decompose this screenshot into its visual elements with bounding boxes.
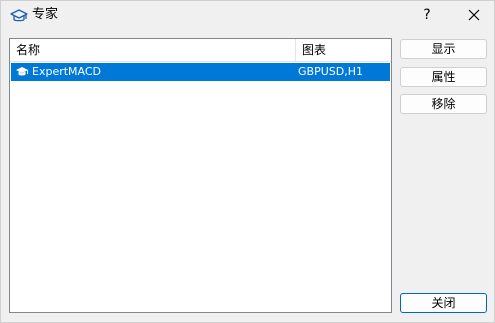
expert-chart: GBPUSD,H1 <box>298 65 363 78</box>
column-header-name[interactable]: 名称 <box>10 39 296 61</box>
experts-dialog: 专家 ? 名称 图表 ExpertMACD GBPUSD,H1 显示 属性 移除… <box>0 0 495 323</box>
remove-button[interactable]: 移除 <box>400 94 487 114</box>
help-button[interactable]: ? <box>415 3 439 27</box>
properties-button[interactable]: 属性 <box>400 67 487 87</box>
window-title: 专家 <box>32 7 59 22</box>
close-icon <box>468 9 480 21</box>
column-header-chart[interactable]: 图表 <box>296 39 391 61</box>
show-button[interactable]: 显示 <box>400 39 487 59</box>
list-header: 名称 图表 <box>10 39 391 62</box>
graduation-cap-icon <box>15 65 29 79</box>
title-bar[interactable]: 专家 ? <box>1 1 494 31</box>
list-row[interactable]: ExpertMACD GBPUSD,H1 <box>11 63 390 81</box>
close-window-button[interactable] <box>462 3 486 27</box>
expert-name: ExpertMACD <box>32 65 102 78</box>
close-button[interactable]: 关闭 <box>400 293 487 313</box>
graduation-cap-icon <box>10 7 28 25</box>
experts-list[interactable]: 名称 图表 ExpertMACD GBPUSD,H1 <box>9 38 392 313</box>
